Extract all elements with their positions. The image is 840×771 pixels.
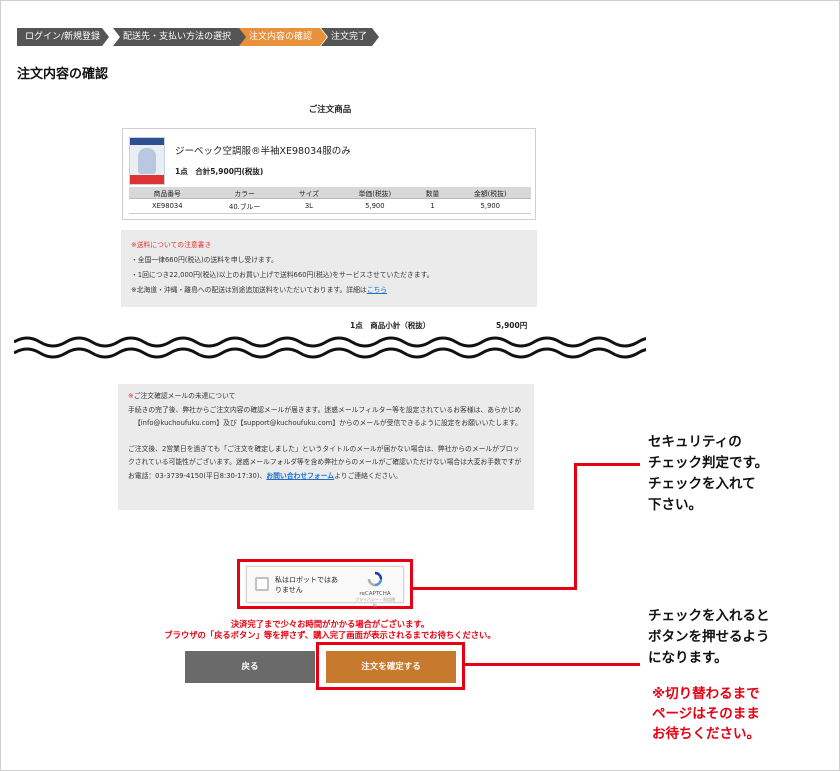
wait-note-callout: ※切り替わるまで ページはそのまま お待ちください。 xyxy=(652,684,760,744)
table-cell: 1 xyxy=(415,198,450,214)
callout-line xyxy=(413,587,577,590)
callout-line-text: ※切り替わるまで xyxy=(652,686,760,702)
order-section-title: ご注文商品 xyxy=(308,105,352,115)
recaptcha-label: 私はロボットではありません xyxy=(275,576,338,594)
product-table: 商品番号 カラー サイズ 単価(税抜) 数量 金額(税抜) XE98034 40… xyxy=(129,187,531,214)
callout-line-text: チェックを入れて xyxy=(648,476,756,492)
confirm-order-button[interactable]: 注文を確定する xyxy=(326,651,456,683)
callout-line xyxy=(574,463,640,466)
column-header: 数量 xyxy=(415,187,450,199)
table-cell: XE98034 xyxy=(129,198,206,214)
table-cell: 5,900 xyxy=(449,198,531,214)
step-confirm: 注文内容の確認 xyxy=(239,28,327,46)
back-button[interactable]: 戻る xyxy=(185,651,315,683)
shipping-notice: ※送料についての注意書き ・全国一律660円(税込)の送料を申し受けます。 ・1… xyxy=(121,230,537,307)
mail-notice-paragraph-end: よりご連絡ください。 xyxy=(334,471,402,480)
shipping-notice-heading: ※送料についての注意書き xyxy=(131,241,212,249)
callout-line-text: チェックを入れると xyxy=(648,608,770,624)
mail-notice-paragraph: 【info@kuchoufuku.com】及び【support@kuchoufu… xyxy=(134,419,522,427)
shipping-detail-link[interactable]: こちら xyxy=(367,286,387,294)
recaptcha-checkbox[interactable] xyxy=(255,577,269,591)
shipping-notice-line: ※北海道・沖縄・離島への配送は別途追加送料をいただいております。詳細はこちら xyxy=(131,283,527,298)
recaptcha-logo: reCAPTCHA プライバシー・利用規約 xyxy=(355,571,395,609)
recaptcha-widget: 私はロボットではありません reCAPTCHA プライバシー・利用規約 xyxy=(246,566,404,608)
table-row: XE98034 40.ブルー 3L 5,900 1 5,900 xyxy=(129,198,531,214)
table-cell: 5,900 xyxy=(334,198,416,214)
callout-line-text: セキュリティの xyxy=(648,434,742,450)
shipping-notice-line: ・1回につき22,000円(税込)以上のお買い上げで送料660円(税込)をサービ… xyxy=(131,271,434,279)
callout-line-text: になります。 xyxy=(648,650,728,666)
product-card: ジーベック空調服®半袖XE98034服のみ 1点 合計5,900円(税抜) 商品… xyxy=(122,128,536,220)
step-shipping-payment: 配送先・支払い方法の選択 xyxy=(113,28,247,46)
callout-line xyxy=(574,463,577,590)
table-cell: 40.ブルー xyxy=(205,198,284,214)
column-header: サイズ xyxy=(283,187,335,199)
callout-line-text: ページはそのまま xyxy=(652,706,760,722)
processing-warning-line2: ブラウザの「戻るボタン」等を押さず、購入完了画面が表示されるまでお待ちください。 xyxy=(164,630,496,640)
column-header: カラー xyxy=(205,187,284,199)
column-header: 金額(税抜) xyxy=(449,187,531,199)
shipping-notice-text: ※北海道・沖縄・離島への配送は別途追加送料をいただいております。詳細は xyxy=(131,286,367,294)
mail-notice-paragraph: 手続きの完了後、弊社からご注文内容の確認メールが届きます。迷惑メールフィルター等… xyxy=(128,405,522,414)
page-title: 注文内容の確認 xyxy=(17,67,109,82)
recaptcha-icon xyxy=(367,571,383,587)
button-callout: チェックを入れると ボタンを押せるよう になります。 xyxy=(648,606,770,669)
callout-line-text: ボタンを押せるよう xyxy=(648,629,770,645)
column-header: 単価(税抜) xyxy=(334,187,416,199)
table-cell: 3L xyxy=(283,198,335,214)
contact-form-link[interactable]: お問い合わせフォーム xyxy=(266,472,334,480)
product-thumbnail[interactable] xyxy=(129,137,165,185)
callout-line-text: チェック判定です。 xyxy=(648,455,769,471)
callout-line-text: お待ちください。 xyxy=(652,726,760,742)
security-callout: セキュリティの チェック判定です。 チェックを入れて 下さい。 xyxy=(648,432,768,516)
product-name[interactable]: ジーベック空調服®半袖XE98034服のみ xyxy=(175,143,351,157)
product-qty-total: 1点 合計5,900円(税抜) xyxy=(175,167,264,176)
mail-notice-heading: ご注文確認メールの未達について xyxy=(133,392,236,400)
recaptcha-terms[interactable]: プライバシー・利用規約 xyxy=(355,597,395,609)
page-break-wave xyxy=(14,336,646,359)
column-header: 商品番号 xyxy=(129,187,206,199)
callout-line xyxy=(465,663,640,666)
mail-notice: ※ご注文確認メールの未達について 手続きの完了後、弊社からご注文内容の確認メール… xyxy=(118,384,534,510)
shipping-notice-line: ・全国一律660円(税込)の送料を申し受けます。 xyxy=(131,256,278,264)
step-login: ログイン/新規登録 xyxy=(17,28,109,46)
step-complete: 注文完了 xyxy=(321,28,379,46)
callout-line-text: 下さい。 xyxy=(648,497,702,513)
